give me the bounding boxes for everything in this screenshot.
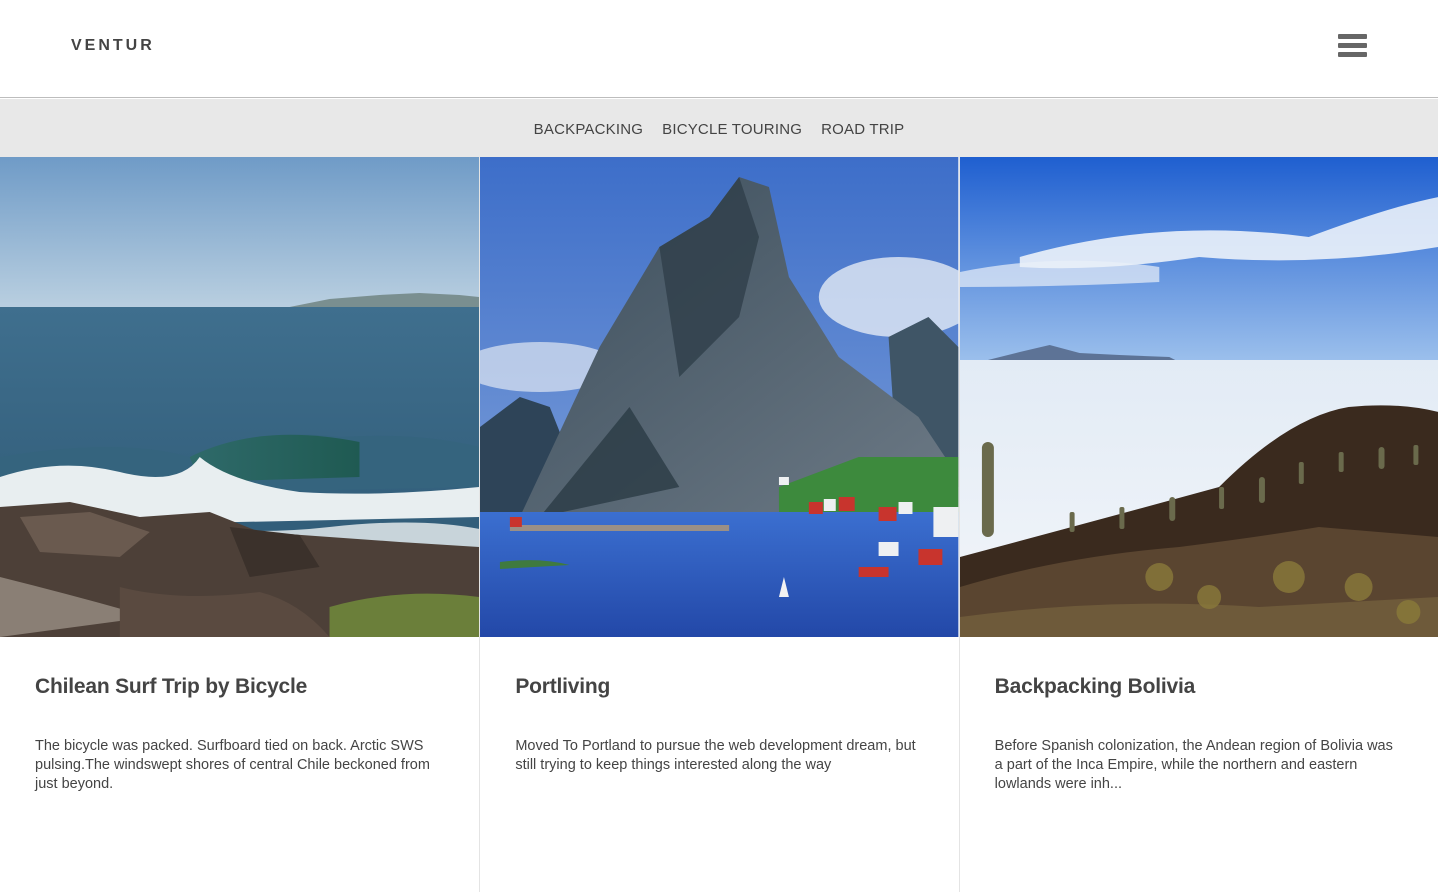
menu-bar: [1338, 34, 1367, 39]
post-image-salt-flat[interactable]: [959, 157, 1438, 637]
menu-bar: [1338, 43, 1367, 48]
category-bicycle-touring[interactable]: BICYCLE TOURING: [662, 119, 802, 138]
menu-bar: [1338, 52, 1367, 57]
post-title[interactable]: Portliving: [515, 675, 610, 699]
post-title[interactable]: Chilean Surf Trip by Bicycle: [35, 675, 307, 699]
post-title[interactable]: Backpacking Bolivia: [995, 675, 1196, 699]
post-excerpt: Before Spanish colonization, the Andean …: [994, 738, 1393, 792]
hamburger-menu-icon[interactable]: [1338, 33, 1368, 59]
post-grid: Chilean Surf Trip by Bicycle The bicycle…: [0, 157, 1438, 892]
category-nav: BACKPACKING BICYCLE TOURING ROAD TRIP: [0, 99, 1438, 157]
post-card-chilean-surf-trip[interactable]: Chilean Surf Trip by Bicycle The bicycle…: [0, 157, 480, 892]
post-excerpt: The bicycle was packed. Surfboard tied o…: [35, 738, 430, 792]
post-image-ocean-wave[interactable]: [0, 157, 480, 637]
category-road-trip[interactable]: ROAD TRIP: [821, 119, 904, 138]
post-card-portliving[interactable]: Portliving Moved To Portland to pursue t…: [479, 157, 959, 892]
category-backpacking[interactable]: BACKPACKING: [534, 119, 643, 138]
post-image-mountain-fjord[interactable]: [480, 157, 959, 637]
post-card-backpacking-bolivia[interactable]: Backpacking Bolivia Before Spanish colon…: [958, 157, 1438, 892]
site-header: VENTUR: [0, 0, 1438, 98]
brand-logo[interactable]: VENTUR: [71, 37, 155, 55]
post-excerpt: Moved To Portland to pursue the web deve…: [515, 738, 916, 773]
